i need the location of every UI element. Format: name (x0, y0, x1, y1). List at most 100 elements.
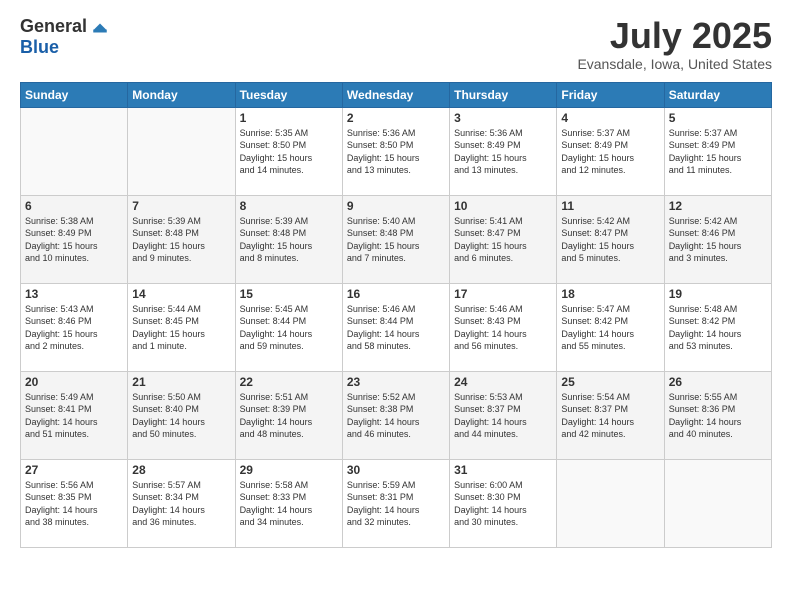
cell-w3-d0: 20 Sunrise: 5:49 AM Sunset: 8:41 PM Dayli… (21, 371, 128, 459)
day-detail-9: Sunrise: 5:40 AM Sunset: 8:48 PM Dayligh… (347, 216, 420, 264)
day-number-17: 17 (454, 287, 552, 301)
day-detail-19: Sunrise: 5:48 AM Sunset: 8:42 PM Dayligh… (669, 304, 742, 352)
cell-w3-d6: 26Sunrise: 5:55 AM Sunset: 8:36 PM Dayli… (664, 371, 771, 459)
day-detail-3: Sunrise: 5:36 AM Sunset: 8:49 PM Dayligh… (454, 128, 527, 176)
day-number-8: 8 (240, 199, 338, 213)
cell-w1-d3: 9 Sunrise: 5:40 AM Sunset: 8:48 PM Daylig… (342, 195, 449, 283)
cell-w1-d6: 12Sunrise: 5:42 AM Sunset: 8:46 PM Dayli… (664, 195, 771, 283)
day-detail-29: Sunrise: 5:58 AM Sunset: 8:33 PM Dayligh… (240, 480, 313, 528)
cell-w2-d4: 17 Sunrise: 5:46 AM Sunset: 8:43 PM Dayli… (450, 283, 557, 371)
week-row-2: 13 Sunrise: 5:43 AM Sunset: 8:46 PM Dayli… (21, 283, 772, 371)
day-detail-24: Sunrise: 5:53 AM Sunset: 8:37 PM Dayligh… (454, 392, 527, 440)
day-number-16: 16 (347, 287, 445, 301)
cell-w0-d1 (128, 107, 235, 195)
cell-w2-d5: 18Sunrise: 5:47 AM Sunset: 8:42 PM Dayli… (557, 283, 664, 371)
day-number-9: 9 (347, 199, 445, 213)
month-title: July 2025 (577, 16, 772, 56)
logo-icon (91, 19, 109, 37)
cell-w3-d2: 22 Sunrise: 5:51 AM Sunset: 8:39 PM Dayli… (235, 371, 342, 459)
cell-w2-d0: 13 Sunrise: 5:43 AM Sunset: 8:46 PM Dayli… (21, 283, 128, 371)
calendar: Sunday Monday Tuesday Wednesday Thursday… (20, 82, 772, 548)
page: General Blue July 2025 Evansdale, Iowa, … (0, 0, 792, 612)
day-detail-11: Sunrise: 5:42 AM Sunset: 8:47 PM Dayligh… (561, 216, 634, 264)
day-detail-6: Sunrise: 5:38 AM Sunset: 8:49 PM Dayligh… (25, 216, 98, 264)
day-number-2: 2 (347, 111, 445, 125)
day-detail-28: Sunrise: 5:57 AM Sunset: 8:34 PM Dayligh… (132, 480, 205, 528)
col-sunday: Sunday (21, 82, 128, 107)
cell-w4-d6 (664, 459, 771, 547)
cell-w3-d4: 24Sunrise: 5:53 AM Sunset: 8:37 PM Dayli… (450, 371, 557, 459)
day-number-22: 22 (240, 375, 338, 389)
col-tuesday: Tuesday (235, 82, 342, 107)
cell-w4-d4: 31Sunrise: 6:00 AM Sunset: 8:30 PM Dayli… (450, 459, 557, 547)
day-detail-2: Sunrise: 5:36 AM Sunset: 8:50 PM Dayligh… (347, 128, 420, 176)
day-detail-13: Sunrise: 5:43 AM Sunset: 8:46 PM Dayligh… (25, 304, 98, 352)
day-number-21: 21 (132, 375, 230, 389)
week-row-3: 20 Sunrise: 5:49 AM Sunset: 8:41 PM Dayli… (21, 371, 772, 459)
cell-w1-d0: 6Sunrise: 5:38 AM Sunset: 8:49 PM Daylig… (21, 195, 128, 283)
cell-w0-d6: 5 Sunrise: 5:37 AM Sunset: 8:49 PM Daylig… (664, 107, 771, 195)
day-detail-22: Sunrise: 5:51 AM Sunset: 8:39 PM Dayligh… (240, 392, 313, 440)
day-number-29: 29 (240, 463, 338, 477)
cell-w2-d3: 16 Sunrise: 5:46 AM Sunset: 8:44 PM Dayli… (342, 283, 449, 371)
day-number-26: 26 (669, 375, 767, 389)
day-number-20: 20 (25, 375, 123, 389)
day-number-23: 23 (347, 375, 445, 389)
day-detail-20: Sunrise: 5:49 AM Sunset: 8:41 PM Dayligh… (25, 392, 98, 440)
day-detail-31: Sunrise: 6:00 AM Sunset: 8:30 PM Dayligh… (454, 480, 527, 528)
day-number-3: 3 (454, 111, 552, 125)
logo-blue-text: Blue (20, 37, 59, 58)
col-saturday: Saturday (664, 82, 771, 107)
day-number-27: 27 (25, 463, 123, 477)
day-detail-25: Sunrise: 5:54 AM Sunset: 8:37 PM Dayligh… (561, 392, 634, 440)
day-detail-15: Sunrise: 5:45 AM Sunset: 8:44 PM Dayligh… (240, 304, 313, 352)
cell-w4-d5 (557, 459, 664, 547)
cell-w1-d2: 8Sunrise: 5:39 AM Sunset: 8:48 PM Daylig… (235, 195, 342, 283)
day-detail-5: Sunrise: 5:37 AM Sunset: 8:49 PM Dayligh… (669, 128, 742, 176)
col-monday: Monday (128, 82, 235, 107)
day-detail-4: Sunrise: 5:37 AM Sunset: 8:49 PM Dayligh… (561, 128, 634, 176)
day-number-11: 11 (561, 199, 659, 213)
col-friday: Friday (557, 82, 664, 107)
col-wednesday: Wednesday (342, 82, 449, 107)
day-number-5: 5 (669, 111, 767, 125)
day-detail-17: Sunrise: 5:46 AM Sunset: 8:43 PM Dayligh… (454, 304, 527, 352)
cell-w0-d4: 3 Sunrise: 5:36 AM Sunset: 8:49 PM Daylig… (450, 107, 557, 195)
day-number-10: 10 (454, 199, 552, 213)
logo: General Blue (20, 16, 109, 58)
cell-w4-d0: 27Sunrise: 5:56 AM Sunset: 8:35 PM Dayli… (21, 459, 128, 547)
day-detail-23: Sunrise: 5:52 AM Sunset: 8:38 PM Dayligh… (347, 392, 420, 440)
location: Evansdale, Iowa, United States (577, 56, 772, 72)
day-number-14: 14 (132, 287, 230, 301)
cell-w4-d3: 30Sunrise: 5:59 AM Sunset: 8:31 PM Dayli… (342, 459, 449, 547)
cell-w0-d5: 4 Sunrise: 5:37 AM Sunset: 8:49 PM Daylig… (557, 107, 664, 195)
day-number-7: 7 (132, 199, 230, 213)
logo-general-text: General (20, 16, 87, 37)
cell-w0-d3: 2 Sunrise: 5:36 AM Sunset: 8:50 PM Daylig… (342, 107, 449, 195)
day-number-28: 28 (132, 463, 230, 477)
cell-w3-d1: 21 Sunrise: 5:50 AM Sunset: 8:40 PM Dayli… (128, 371, 235, 459)
title-block: July 2025 Evansdale, Iowa, United States (577, 16, 772, 72)
day-number-4: 4 (561, 111, 659, 125)
header: General Blue July 2025 Evansdale, Iowa, … (20, 16, 772, 72)
cell-w2-d6: 19 Sunrise: 5:48 AM Sunset: 8:42 PM Dayli… (664, 283, 771, 371)
cell-w1-d4: 10 Sunrise: 5:41 AM Sunset: 8:47 PM Dayli… (450, 195, 557, 283)
week-row-4: 27Sunrise: 5:56 AM Sunset: 8:35 PM Dayli… (21, 459, 772, 547)
cell-w2-d2: 15Sunrise: 5:45 AM Sunset: 8:44 PM Dayli… (235, 283, 342, 371)
day-number-19: 19 (669, 287, 767, 301)
calendar-header: Sunday Monday Tuesday Wednesday Thursday… (21, 82, 772, 107)
cell-w0-d0 (21, 107, 128, 195)
day-detail-21: Sunrise: 5:50 AM Sunset: 8:40 PM Dayligh… (132, 392, 205, 440)
cell-w1-d1: 7Sunrise: 5:39 AM Sunset: 8:48 PM Daylig… (128, 195, 235, 283)
col-thursday: Thursday (450, 82, 557, 107)
calendar-body: 1Sunrise: 5:35 AM Sunset: 8:50 PM Daylig… (21, 107, 772, 547)
day-detail-30: Sunrise: 5:59 AM Sunset: 8:31 PM Dayligh… (347, 480, 420, 528)
cell-w2-d1: 14 Sunrise: 5:44 AM Sunset: 8:45 PM Dayli… (128, 283, 235, 371)
day-number-13: 13 (25, 287, 123, 301)
cell-w0-d2: 1Sunrise: 5:35 AM Sunset: 8:50 PM Daylig… (235, 107, 342, 195)
day-detail-10: Sunrise: 5:41 AM Sunset: 8:47 PM Dayligh… (454, 216, 527, 264)
day-detail-16: Sunrise: 5:46 AM Sunset: 8:44 PM Dayligh… (347, 304, 420, 352)
day-detail-18: Sunrise: 5:47 AM Sunset: 8:42 PM Dayligh… (561, 304, 634, 352)
day-detail-14: Sunrise: 5:44 AM Sunset: 8:45 PM Dayligh… (132, 304, 205, 352)
day-detail-12: Sunrise: 5:42 AM Sunset: 8:46 PM Dayligh… (669, 216, 742, 264)
